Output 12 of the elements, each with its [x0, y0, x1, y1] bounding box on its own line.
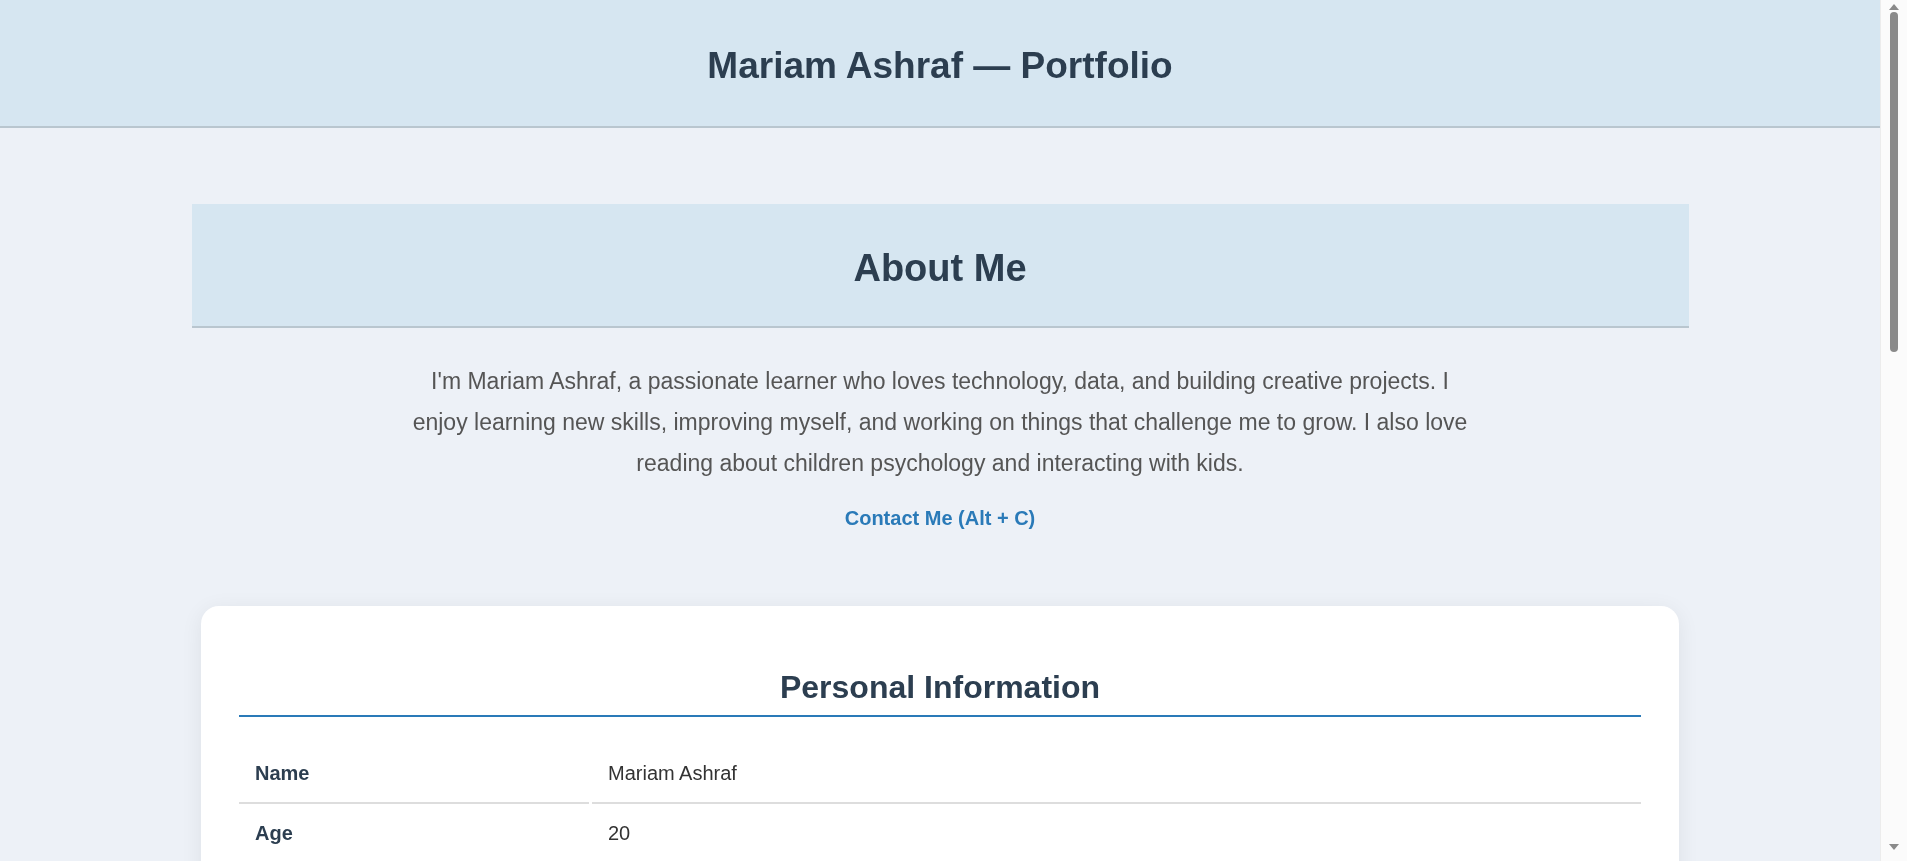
- scroll-down-arrow-icon[interactable]: [1889, 844, 1899, 850]
- scrollbar-thumb[interactable]: [1890, 12, 1898, 352]
- contact-link[interactable]: Contact Me (Alt + C): [844, 504, 1036, 532]
- info-label: Name: [239, 744, 589, 804]
- about-heading: About Me: [853, 246, 1027, 291]
- about-paragraph: I'm Mariam Ashraf, a passionate learner who loves technology, data, and building creative projects. I enjoy learning new skills, improving myself, and working on things that challenge me to grow. I also love reading about children psychology and interacting with kids.: [411, 367, 1469, 478]
- page-title: Mariam Ashraf — Portfolio: [707, 44, 1173, 88]
- info-label: Age: [239, 804, 589, 861]
- personal-info-heading: Personal Information: [239, 665, 1641, 717]
- scroll-up-arrow-icon[interactable]: [1889, 4, 1899, 10]
- info-value: Mariam Ashraf: [592, 744, 1641, 804]
- info-value: 20: [592, 804, 1641, 861]
